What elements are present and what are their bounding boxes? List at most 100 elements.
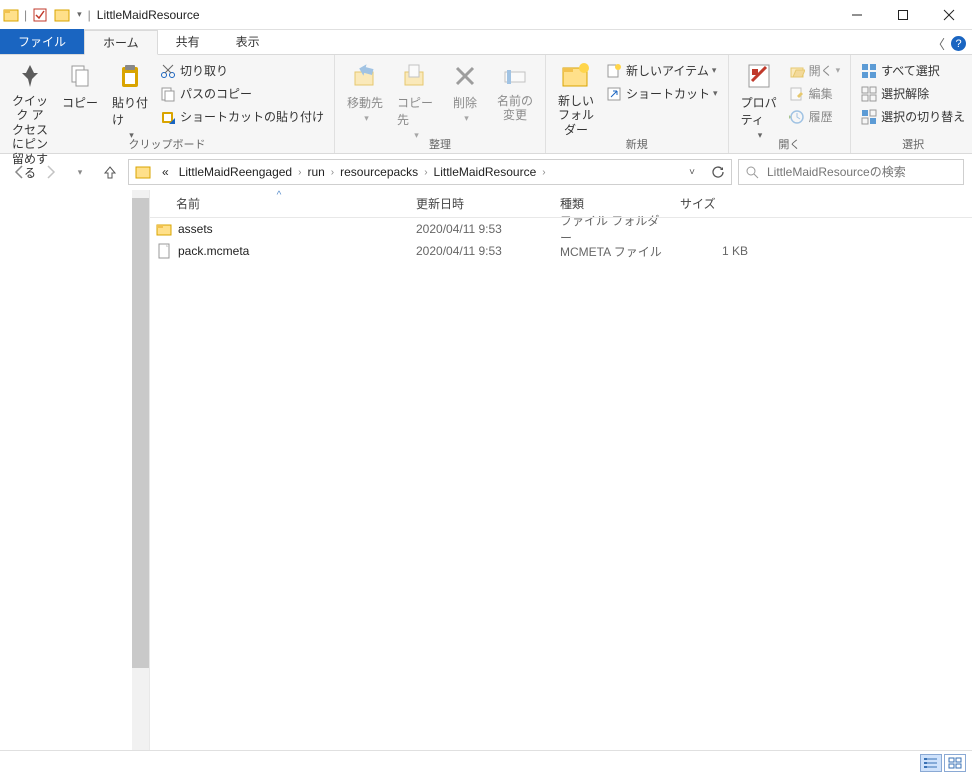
table-row[interactable]: assets2020/04/11 9:53ファイル フォルダー	[150, 218, 972, 240]
new-folder-button[interactable]: 新しい フォルダー	[552, 58, 600, 139]
label: 選択解除	[881, 85, 929, 102]
view-details-button[interactable]	[920, 754, 942, 772]
maximize-button[interactable]	[880, 0, 926, 30]
properties-button[interactable]: プロパティ	[735, 58, 783, 143]
refresh-button[interactable]	[705, 160, 731, 184]
status-bar	[0, 750, 972, 774]
address-dropdown-icon[interactable]: ˅	[679, 160, 705, 184]
up-button[interactable]	[98, 160, 122, 184]
copyto-button[interactable]: コピー先	[391, 58, 439, 143]
file-type: MCMETA ファイル	[552, 243, 672, 260]
label: ショートカット	[626, 85, 710, 102]
app-folder-icon	[3, 7, 19, 23]
label: プロパティ	[741, 94, 777, 128]
navigation-pane[interactable]	[0, 190, 150, 750]
breadcrumb-root[interactable]: «	[157, 165, 174, 179]
newitem-icon	[606, 63, 622, 79]
select-all-button[interactable]: すべて選択	[857, 60, 969, 81]
minimize-button[interactable]	[834, 0, 880, 30]
tab-view[interactable]: 表示	[218, 29, 278, 54]
file-date: 2020/04/11 9:53	[408, 222, 552, 236]
shortcut-button[interactable]: ショートカット	[602, 83, 722, 104]
label: コピー	[62, 94, 98, 111]
select-invert-button[interactable]: 選択の切り替え	[857, 106, 969, 127]
breadcrumb-item[interactable]: run	[302, 165, 329, 179]
label: 移動先	[347, 94, 383, 111]
label: 貼り付け	[112, 94, 148, 128]
cut-button[interactable]: 切り取り	[156, 60, 328, 81]
copy-icon	[64, 60, 96, 92]
label: 開く	[809, 62, 833, 79]
paste-shortcut-button[interactable]: ショートカットの貼り付け	[156, 106, 328, 127]
recent-dropdown-icon[interactable]: ▾	[68, 160, 92, 184]
close-button[interactable]	[926, 0, 972, 30]
history-button[interactable]: 履歴	[785, 106, 845, 127]
open-button[interactable]: 開く	[785, 60, 845, 81]
edit-button[interactable]: 編集	[785, 83, 845, 104]
edit-icon	[789, 86, 805, 102]
label: 履歴	[809, 108, 833, 125]
history-icon	[789, 109, 805, 125]
help-icon[interactable]: ?	[951, 36, 966, 51]
newfolder-icon	[560, 60, 592, 92]
copy-button[interactable]: コピー	[56, 58, 104, 113]
delete-icon	[449, 60, 481, 92]
moveto-button[interactable]: 移動先	[341, 58, 389, 126]
address-bar: ▾ « LittleMaidReengaged › run › resource…	[0, 154, 972, 190]
copy-path-button[interactable]: パスのコピー	[156, 83, 328, 104]
breadcrumb-item[interactable]: LittleMaidResource	[429, 165, 542, 179]
qat-folder-icon[interactable]	[54, 7, 70, 23]
breadcrumb-item[interactable]: resourcepacks	[335, 165, 423, 179]
selectinvert-icon	[861, 109, 877, 125]
view-large-button[interactable]	[944, 754, 966, 772]
qat-checkbox-icon[interactable]	[32, 7, 48, 23]
shortcut-icon	[606, 86, 622, 102]
content-area: ^名前 更新日時 種類 サイズ assets2020/04/11 9:53ファイ…	[0, 190, 972, 750]
moveto-icon	[349, 60, 381, 92]
delete-button[interactable]: 削除	[441, 58, 489, 126]
separator-icon: |	[24, 8, 27, 22]
column-size[interactable]: サイズ	[672, 195, 756, 212]
rename-button[interactable]: 名前の 変更	[491, 58, 539, 125]
rename-icon	[499, 60, 531, 92]
scrollbar[interactable]	[132, 190, 149, 750]
tab-home[interactable]: ホーム	[84, 30, 158, 55]
file-name: assets	[178, 222, 213, 236]
breadcrumb-item[interactable]: LittleMaidReengaged	[174, 165, 297, 179]
column-headers: ^名前 更新日時 種類 サイズ	[150, 190, 972, 218]
label: 新しいアイテム	[626, 62, 709, 79]
label: 選択の切り替え	[881, 108, 965, 125]
label: 名前の 変更	[497, 94, 533, 123]
scrollbar-thumb[interactable]	[132, 198, 149, 668]
group-label: 選択	[857, 136, 969, 152]
search-input[interactable]	[765, 164, 957, 180]
pasteshortcut-icon	[160, 109, 176, 125]
search-icon	[745, 165, 759, 179]
column-type[interactable]: 種類	[552, 195, 672, 212]
column-date[interactable]: 更新日時	[408, 195, 552, 212]
back-button[interactable]	[8, 160, 32, 184]
search-box[interactable]	[738, 159, 964, 185]
ribbon-tabs: ファイル ホーム 共有 表示 〈 ?	[0, 30, 972, 55]
table-row[interactable]: pack.mcmeta2020/04/11 9:53MCMETA ファイル1 K…	[150, 240, 972, 262]
column-name[interactable]: ^名前	[150, 195, 408, 212]
group-label: 新規	[552, 136, 722, 152]
forward-button[interactable]	[38, 160, 62, 184]
tab-file[interactable]: ファイル	[0, 29, 84, 54]
address-box[interactable]: « LittleMaidReengaged › run › resourcepa…	[128, 159, 732, 185]
label: すべて選択	[881, 62, 940, 79]
paste-button[interactable]: 貼り付け	[106, 58, 154, 143]
tab-share[interactable]: 共有	[158, 29, 218, 54]
new-item-button[interactable]: 新しいアイテム	[602, 60, 722, 81]
select-none-button[interactable]: 選択解除	[857, 83, 969, 104]
qat-dropdown-icon[interactable]: ▾	[77, 9, 82, 20]
group-label: 開く	[735, 136, 845, 152]
ribbon-group-select: すべて選択 選択解除 選択の切り替え 選択	[851, 55, 972, 153]
ribbon-group-clipboard: クイック アクセス にピン留めする コピー 貼り付け 切り取り パスのコピー シ…	[0, 55, 335, 153]
collapse-ribbon-icon[interactable]: 〈	[932, 34, 945, 53]
label: パスのコピー	[180, 85, 252, 102]
label: 切り取り	[180, 62, 228, 79]
chevron-right-icon[interactable]: ›	[541, 167, 546, 178]
open-icon	[789, 63, 805, 79]
ribbon-group-open: プロパティ 開く 編集 履歴 開く	[729, 55, 852, 153]
